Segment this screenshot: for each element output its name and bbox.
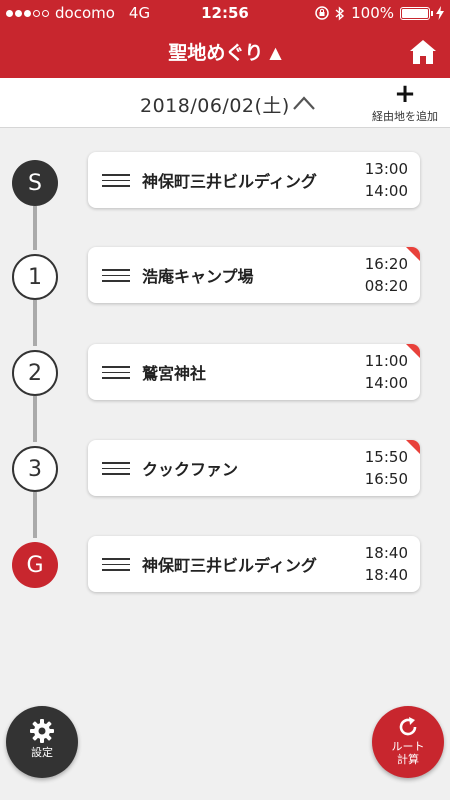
trip-date[interactable]: 2018/06/02(土) [140, 91, 290, 118]
route-calculate-button[interactable]: ルート 計算 [372, 706, 444, 778]
departure-time: 16:50 [364, 470, 408, 488]
stop-name: 神保町三井ビルディング [142, 172, 317, 191]
stop-card[interactable]: クックファン 15:50 16:50 [88, 440, 420, 496]
date-bar: 2018/06/02(土) + 経由地を追加 [0, 78, 450, 128]
triangle-up-icon: ▲ [269, 43, 282, 62]
gear-icon [30, 719, 54, 743]
plus-icon: + [394, 79, 416, 109]
arrival-time: 16:20 [364, 255, 408, 273]
arrival-time: 18:40 [364, 544, 408, 562]
arrival-time: 13:00 [364, 160, 408, 178]
departure-time: 08:20 [364, 277, 408, 295]
settings-label: 設定 [31, 746, 53, 759]
route-label-line2: 計算 [397, 753, 419, 766]
settings-button[interactable]: 設定 [6, 706, 78, 778]
chevron-up-icon[interactable] [292, 92, 316, 114]
drag-handle-icon[interactable] [102, 269, 130, 283]
stop-marker-2: 2 [12, 350, 58, 396]
departure-time: 18:40 [364, 566, 408, 584]
page-title-toggle[interactable]: 聖地めぐり ▲ [0, 38, 450, 65]
timeline-connector [33, 492, 37, 538]
app-header: docomo 4G 12:56 100% 聖地めぐり ▲ [0, 0, 450, 78]
arrival-time: 15:50 [364, 448, 408, 466]
battery-percent: 100% [351, 4, 394, 22]
home-icon [410, 40, 436, 64]
stop-card[interactable]: 神保町三井ビルディング 18:40 18:40 [88, 536, 420, 592]
drag-handle-icon[interactable] [102, 174, 130, 188]
timeline-connector [33, 206, 37, 250]
stop-name: 鷲宮神社 [142, 364, 207, 383]
charging-icon [436, 6, 444, 20]
stop-marker-goal: G [12, 542, 58, 588]
page-title: 聖地めぐり [168, 42, 264, 64]
stop-marker-1: 1 [12, 254, 58, 300]
status-bar: docomo 4G 12:56 100% [0, 0, 450, 26]
timeline-connector [33, 300, 37, 346]
add-waypoint-button[interactable]: + 経由地を追加 [364, 79, 446, 124]
departure-time: 14:00 [364, 374, 408, 392]
drag-handle-icon[interactable] [102, 558, 130, 572]
orientation-lock-icon [315, 6, 329, 20]
add-waypoint-label: 経由地を追加 [372, 110, 438, 123]
drag-handle-icon[interactable] [102, 462, 130, 476]
timeline-connector [33, 396, 37, 442]
stop-name: クックファン [142, 460, 239, 479]
stop-name: 浩庵キャンプ場 [142, 267, 254, 286]
bluetooth-icon [335, 5, 345, 21]
stop-card[interactable]: 浩庵キャンプ場 16:20 08:20 [88, 247, 420, 303]
flag-corner-indicator [406, 247, 420, 261]
flag-corner-indicator [406, 344, 420, 358]
flag-corner-indicator [406, 440, 420, 454]
stop-card[interactable]: 神保町三井ビルディング 13:00 14:00 [88, 152, 420, 208]
battery-icon [400, 6, 433, 20]
drag-handle-icon[interactable] [102, 366, 130, 380]
departure-time: 14:00 [364, 182, 408, 200]
route-label-line1: ルート [391, 740, 425, 753]
home-button[interactable] [408, 38, 438, 66]
arrival-time: 11:00 [364, 352, 408, 370]
stop-marker-start: S [12, 160, 58, 206]
refresh-icon [399, 717, 417, 736]
stop-card[interactable]: 鷲宮神社 11:00 14:00 [88, 344, 420, 400]
stop-marker-3: 3 [12, 446, 58, 492]
stop-name: 神保町三井ビルディング [142, 556, 317, 575]
